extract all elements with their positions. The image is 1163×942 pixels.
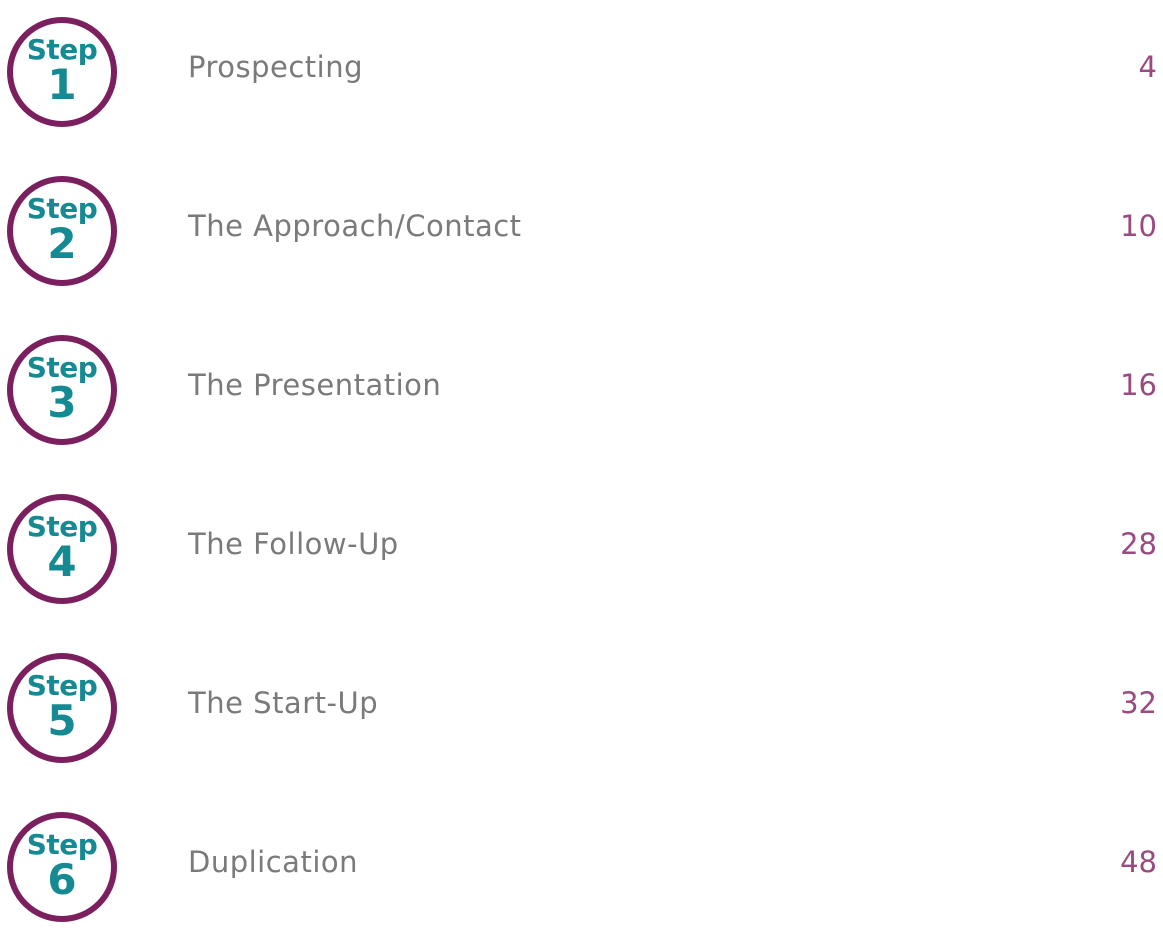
toc-entry-step-3[interactable]: Step 3 The Presentation 16 bbox=[0, 335, 1163, 465]
entry-title: Duplication bbox=[188, 845, 358, 879]
page-number: 10 bbox=[1120, 209, 1157, 243]
step-badge: Step 5 bbox=[7, 653, 117, 763]
page-number: 28 bbox=[1120, 527, 1157, 561]
entry-title: The Presentation bbox=[188, 368, 442, 402]
step-badge: Step 6 bbox=[7, 812, 117, 922]
page-number: 16 bbox=[1120, 368, 1157, 402]
step-badge: Step 3 bbox=[7, 335, 117, 445]
entry-title: Prospecting bbox=[188, 50, 364, 84]
step-number: 5 bbox=[47, 696, 77, 745]
step-badge: Step 2 bbox=[7, 176, 117, 286]
entry-title: The Approach/Contact bbox=[188, 209, 522, 243]
toc-entry-step-2[interactable]: Step 2 The Approach/Contact 10 bbox=[0, 176, 1163, 306]
step-number: 4 bbox=[47, 537, 77, 586]
table-of-contents: Step 1 Prospecting 4 Step 2 The Approach… bbox=[0, 0, 1163, 925]
step-badge: Step 1 bbox=[7, 17, 117, 127]
entry-title: The Follow-Up bbox=[188, 527, 399, 561]
page-number: 48 bbox=[1120, 845, 1157, 879]
step-number: 2 bbox=[47, 219, 77, 268]
step-badge: Step 4 bbox=[7, 494, 117, 604]
toc-entry-step-6[interactable]: Step 6 Duplication 48 bbox=[0, 812, 1163, 942]
page-number: 4 bbox=[1138, 50, 1157, 84]
entry-title: The Start-Up bbox=[188, 686, 379, 720]
toc-entry-step-5[interactable]: Step 5 The Start-Up 32 bbox=[0, 653, 1163, 783]
toc-entry-step-4[interactable]: Step 4 The Follow-Up 28 bbox=[0, 494, 1163, 624]
page-number: 32 bbox=[1120, 686, 1157, 720]
step-number: 3 bbox=[47, 378, 77, 427]
toc-entry-step-1[interactable]: Step 1 Prospecting 4 bbox=[0, 17, 1163, 147]
step-number: 6 bbox=[47, 855, 77, 904]
step-number: 1 bbox=[47, 60, 77, 109]
